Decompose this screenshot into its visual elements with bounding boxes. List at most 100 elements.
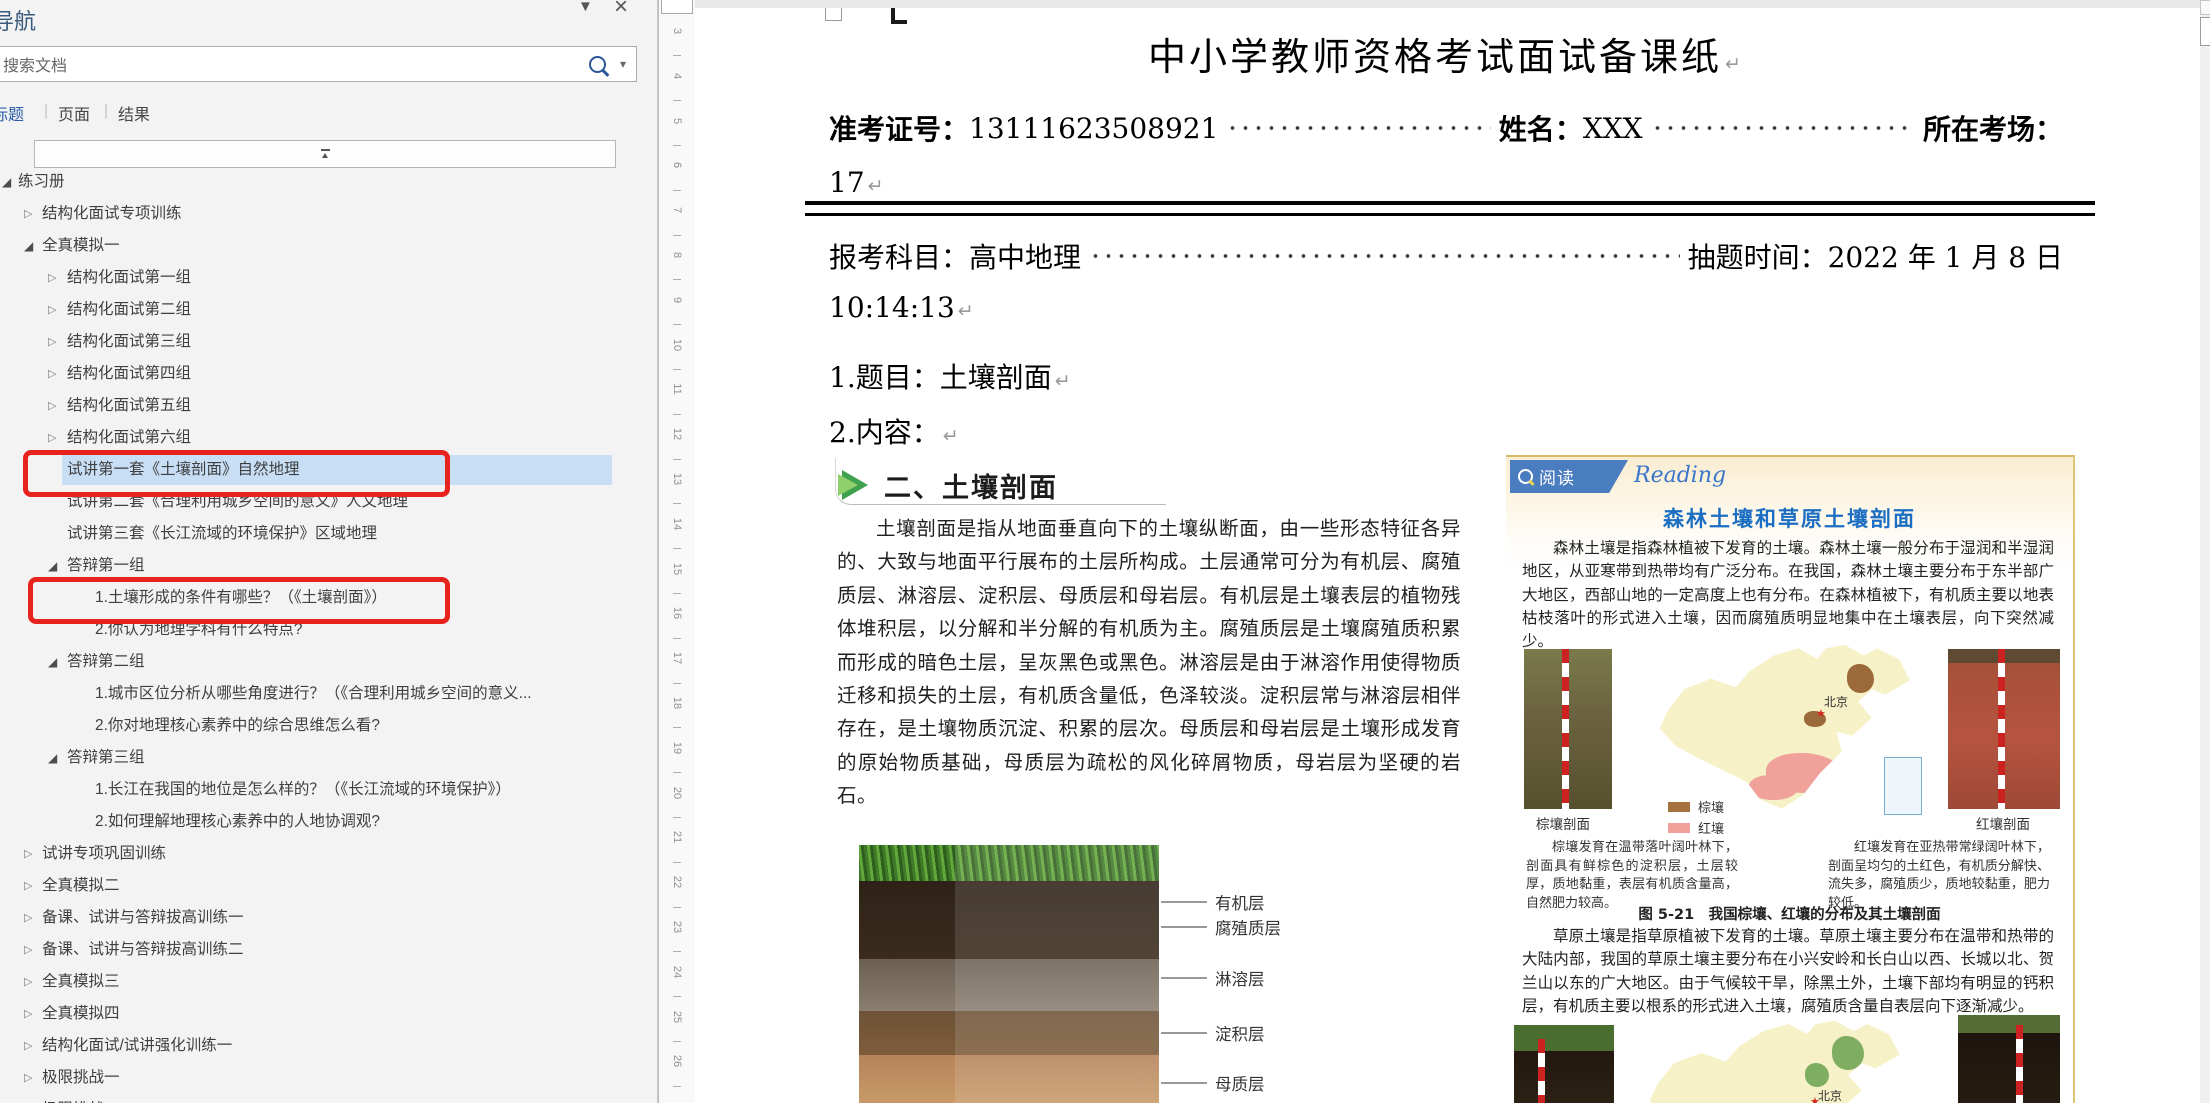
outline-item-label[interactable]: 练习册 (18, 166, 65, 198)
outline-item-label[interactable]: 试讲第三套《长江流域的环境保护》区域地理 (67, 518, 377, 550)
outline-item-label[interactable]: 极限挑战二 (42, 1094, 120, 1103)
close-icon[interactable]: × (614, 0, 628, 21)
outline-item-label[interactable]: 试讲第二套《合理利用城乡空间的意义》人文地理 (67, 486, 408, 518)
outline-item-label[interactable]: 全真模拟四 (42, 998, 120, 1030)
outline-item-label[interactable]: 全真模拟一 (42, 230, 120, 262)
search-icon[interactable] (589, 56, 606, 73)
outline-item-label[interactable]: 结构化面试第三组 (67, 326, 191, 358)
expand-arrow-icon[interactable]: ▷ (24, 934, 32, 966)
outline-item-label[interactable]: 全真模拟三 (42, 966, 120, 998)
jump-to-top-button[interactable] (34, 140, 616, 168)
outline-item[interactable]: ▷ 全真模拟四 (0, 998, 657, 1030)
outline-item[interactable]: ◢ 答辩第三组 (0, 742, 657, 774)
document-page[interactable]: 中小学教师资格考试面试备课纸↵ 准考证号： 13111623508921 姓名：… (695, 8, 2200, 1103)
outline-item-label[interactable]: 备课、试讲与答辩拔高训练一 (42, 902, 244, 934)
search-input[interactable]: 搜索文档 ▾ (0, 46, 637, 82)
collapse-arrow-icon[interactable]: ◢ (24, 230, 33, 262)
outline-item-label[interactable]: 答辩第二组 (67, 646, 145, 678)
section-header-box: 二、土壤剖面 (835, 458, 1166, 505)
outline-item[interactable]: ▷ 全真模拟三 (0, 966, 657, 998)
collapse-arrow-icon[interactable]: ◢ (48, 742, 57, 774)
outline-item[interactable]: ▷ 结构化面试第一组 (0, 262, 657, 294)
expand-arrow-icon[interactable]: ▷ (48, 358, 56, 390)
outline-item-label[interactable]: 1.城市区位分析从哪些角度进行？（《合理利用城乡空间的意义... (95, 678, 532, 710)
tab-headings[interactable]: 标题 (0, 101, 24, 125)
outline-item-label[interactable]: 2.如何理解地理核心素养中的人地协调观? (95, 806, 380, 838)
vertical-scrollbar[interactable] (2200, 0, 2210, 1103)
outline-item[interactable]: ◢练习册 (0, 166, 657, 198)
outline-item[interactable]: 试讲第一套《土壤剖面》自然地理 (0, 454, 657, 486)
outline-item-label[interactable]: 2.你认为地理学科有什么特点? (95, 614, 303, 646)
ruler-tick (673, 907, 681, 908)
outline-item[interactable]: 1.城市区位分析从哪些角度进行？（《合理利用城乡空间的意义... (0, 678, 657, 710)
expand-arrow-icon[interactable]: ▷ (48, 326, 56, 358)
outline-item-label[interactable]: 结构化面试第二组 (67, 294, 191, 326)
outline-item[interactable]: ▷ 结构化面试第四组 (0, 358, 657, 390)
expand-arrow-icon[interactable]: ▷ (24, 966, 32, 998)
expand-arrow-icon[interactable]: ▷ (24, 198, 32, 230)
scrollbar-thumb[interactable] (2200, 17, 2210, 46)
outline-item[interactable]: 2.如何理解地理核心素养中的人地协调观? (0, 806, 657, 838)
outline-item-label[interactable]: 2.你对地理核心素养中的综合思维怎么看? (95, 710, 380, 742)
outline-item[interactable]: 2.你对地理核心素养中的综合思维怎么看? (0, 710, 657, 742)
outline-item-label[interactable]: 全真模拟二 (42, 870, 120, 902)
outline-item-label[interactable]: 试讲专项巩固训练 (42, 838, 166, 870)
outline-item[interactable]: ▷ 试讲专项巩固训练 (0, 838, 657, 870)
reading-title: 森林土壤和草原土壤剖面 (1506, 503, 2073, 533)
outline-item[interactable]: 1.土壤形成的条件有哪些？（《土壤剖面》） (0, 582, 657, 614)
expand-arrow-icon[interactable]: ▷ (48, 422, 56, 454)
expand-arrow-icon[interactable]: ▷ (24, 1030, 32, 1062)
outline-item[interactable]: ▷ 极限挑战二 (0, 1094, 657, 1103)
collapse-arrow-icon[interactable]: ◢ (2, 166, 11, 198)
expand-arrow-icon[interactable]: ▷ (24, 998, 32, 1030)
expand-arrow-icon[interactable]: ▷ (24, 1062, 32, 1094)
expand-arrow-icon[interactable]: ▷ (48, 262, 56, 294)
outline-item-label[interactable]: 答辩第三组 (67, 742, 145, 774)
outline-item-label[interactable]: 1.长江在我国的地位是怎么样的？（《长江流域的环境保护》） (95, 774, 511, 806)
outline-item[interactable]: ▷ 结构化面试第五组 (0, 390, 657, 422)
outline-item[interactable]: ▷ 结构化面试第六组 (0, 422, 657, 454)
outline-item[interactable]: ▷ 结构化面试第三组 (0, 326, 657, 358)
outline-item[interactable]: ◢ 答辩第一组 (0, 550, 657, 582)
outline-item-label[interactable]: 结构化面试专项训练 (42, 198, 182, 230)
outline-item[interactable]: ◢ 答辩第二组 (0, 646, 657, 678)
outline-item[interactable]: 2.你认为地理学科有什么特点? (0, 614, 657, 646)
caption-red-soil: 红壤剖面 (1976, 813, 2030, 833)
outline-item[interactable]: 试讲第三套《长江流域的环境保护》区域地理 (0, 518, 657, 550)
expand-arrow-icon[interactable]: ▷ (48, 294, 56, 326)
outline-item[interactable]: ▷ 极限挑战一 (0, 1062, 657, 1094)
expand-arrow-icon[interactable]: ▷ (24, 870, 32, 902)
outline-item[interactable]: 1.长江在我国的地位是怎么样的？（《长江流域的环境保护》） (0, 774, 657, 806)
search-dropdown-caret-icon[interactable]: ▾ (620, 57, 626, 71)
collapse-arrow-icon[interactable]: ◢ (48, 550, 57, 582)
outline-item-label[interactable]: 结构化面试第四组 (67, 358, 191, 390)
outline-item-label[interactable]: 试讲第一套《土壤剖面》自然地理 (67, 454, 300, 486)
expand-arrow-icon[interactable]: ▷ (24, 838, 32, 870)
outline-item[interactable]: ▷ 全真模拟二 (0, 870, 657, 902)
scroll-up-button[interactable] (2200, 0, 2210, 15)
outline-item-label[interactable]: 结构化面试/试讲强化训练一 (42, 1030, 232, 1062)
outline-item-label[interactable]: 极限挑战一 (42, 1062, 120, 1094)
caption-brown-soil: 棕壤剖面 (1536, 813, 1590, 833)
ruler-tick (673, 593, 681, 594)
outline-item[interactable]: ▷ 备课、试讲与答辩拔高训练二 (0, 934, 657, 966)
outline-item[interactable]: ▷ 结构化面试专项训练 (0, 198, 657, 230)
chevron-down-icon[interactable]: ▼ (578, 0, 593, 15)
outline-item[interactable]: ▷ 结构化面试/试讲强化训练一 (0, 1030, 657, 1062)
expand-arrow-icon[interactable]: ▷ (24, 902, 32, 934)
expand-arrow-icon[interactable]: ▷ (24, 1094, 32, 1103)
tab-pages[interactable]: 页面 (58, 101, 90, 125)
outline-item[interactable]: 试讲第二套《合理利用城乡空间的意义》人文地理 (0, 486, 657, 518)
collapse-arrow-icon[interactable]: ◢ (48, 646, 57, 678)
outline-item-label[interactable]: 备课、试讲与答辩拔高训练二 (42, 934, 244, 966)
outline-item[interactable]: ▷ 结构化面试第二组 (0, 294, 657, 326)
outline-item[interactable]: ▷ 备课、试讲与答辩拔高训练一 (0, 902, 657, 934)
tab-results[interactable]: 结果 (118, 101, 150, 125)
outline-item-label[interactable]: 答辩第一组 (67, 550, 145, 582)
outline-item-label[interactable]: 结构化面试第六组 (67, 422, 191, 454)
outline-item[interactable]: ◢ 全真模拟一 (0, 230, 657, 262)
outline-item-label[interactable]: 1.土壤形成的条件有哪些？（《土壤剖面》） (95, 582, 387, 614)
outline-item-label[interactable]: 结构化面试第一组 (67, 262, 191, 294)
outline-item-label[interactable]: 结构化面试第五组 (67, 390, 191, 422)
expand-arrow-icon[interactable]: ▷ (48, 390, 56, 422)
